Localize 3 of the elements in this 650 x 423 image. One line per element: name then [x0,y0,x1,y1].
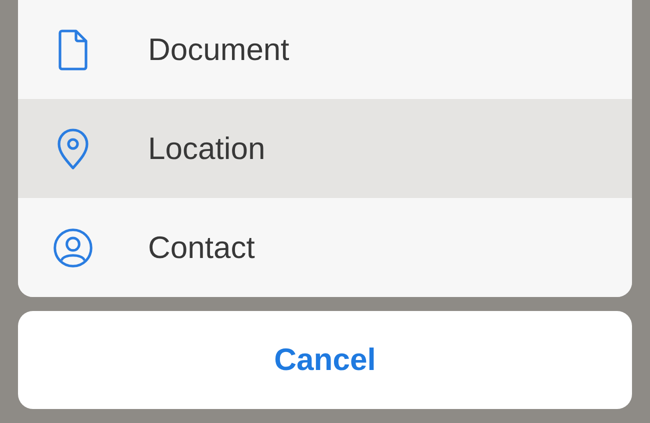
cancel-button[interactable]: Cancel [18,311,632,409]
menu-item[interactable]: Location [18,99,632,198]
contact-icon [52,226,94,270]
